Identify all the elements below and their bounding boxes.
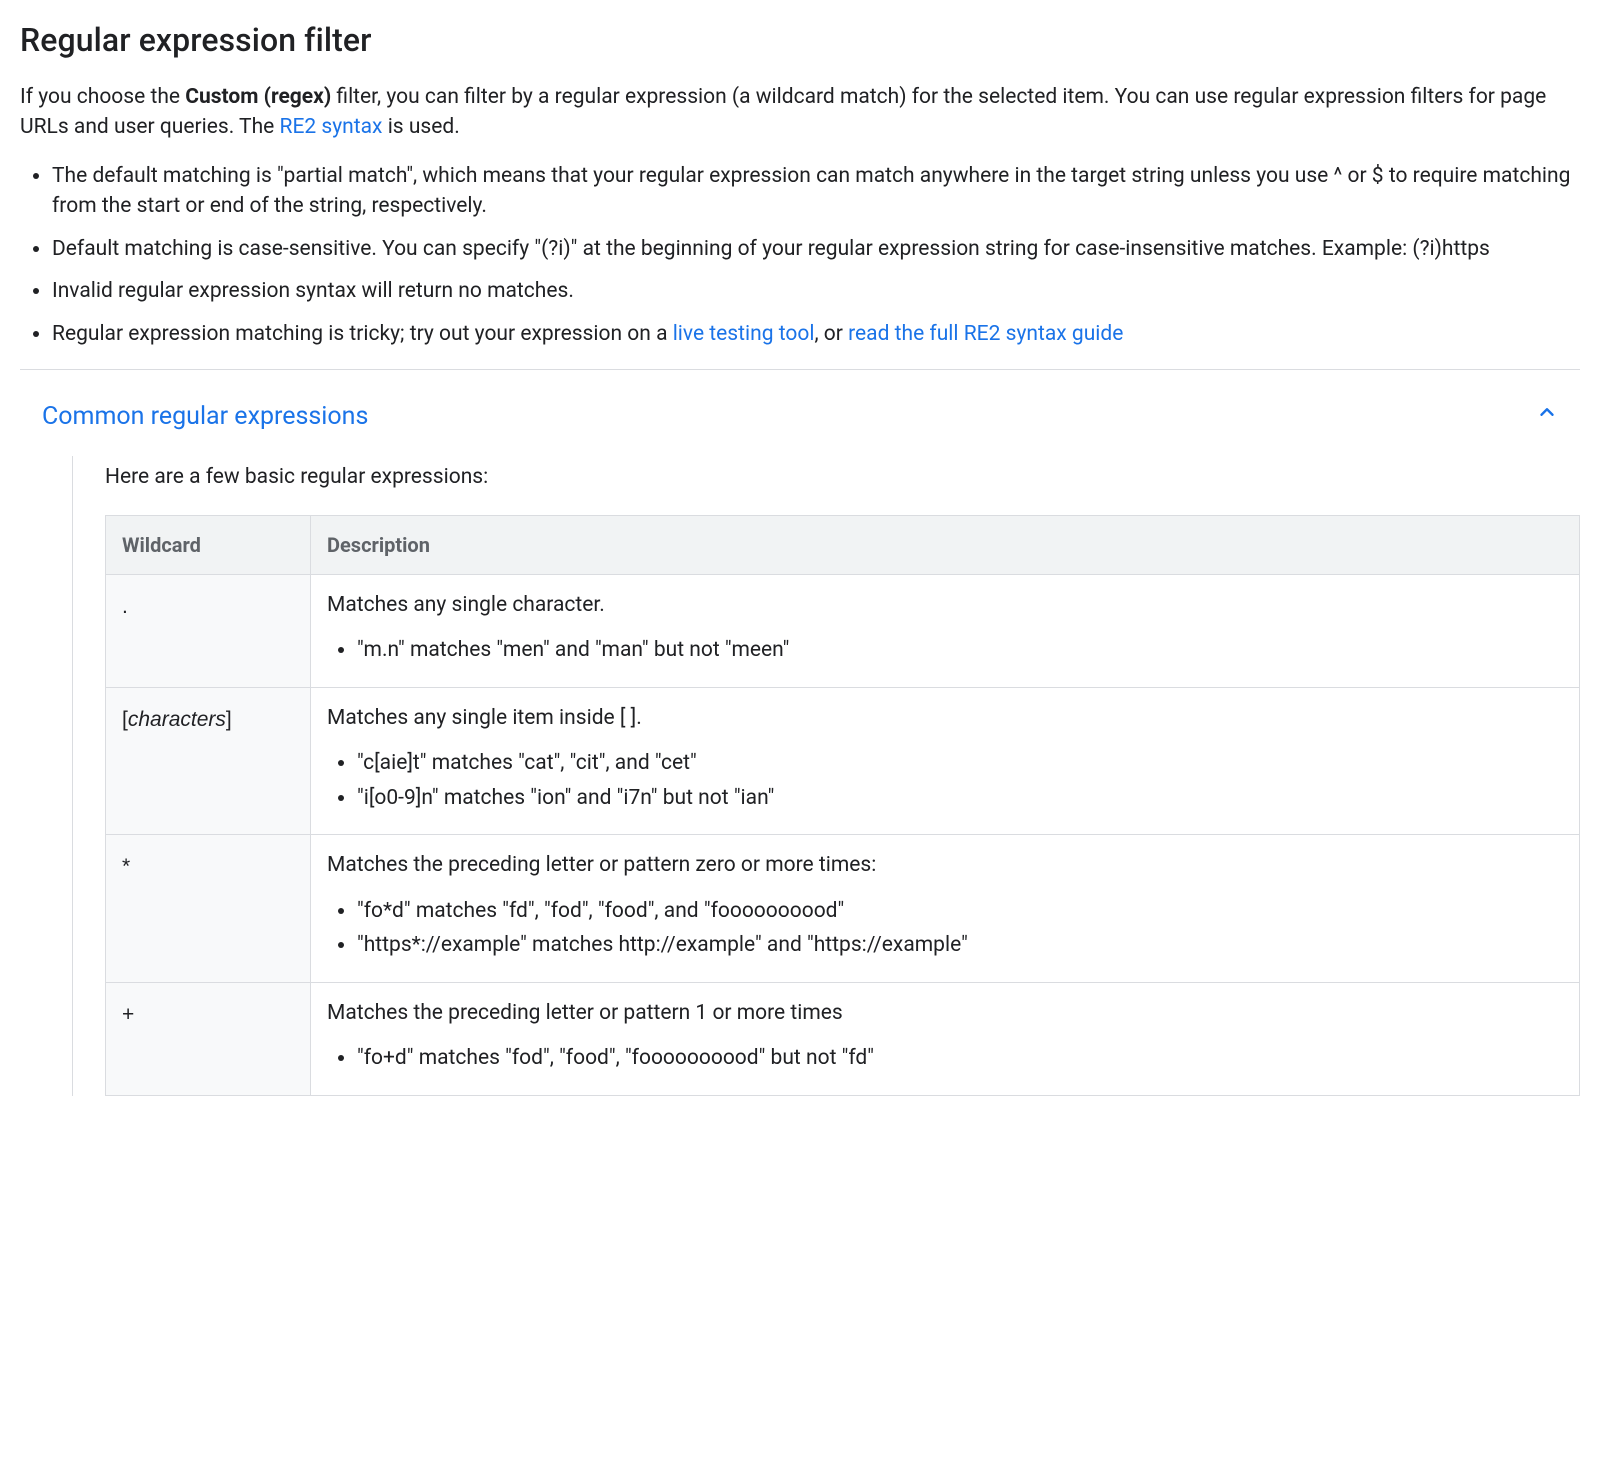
list-item: Invalid regular expression syntax will r… (52, 276, 1580, 306)
chevron-up-icon (1536, 400, 1558, 433)
header-wildcard: Wildcard (106, 516, 311, 575)
example-item: "c[aie]t" matches "cat", "cit", and "cet… (357, 747, 1563, 780)
description-cell: Matches any single character. "m.n" matc… (311, 575, 1580, 688)
notes-list: The default matching is "partial match",… (20, 161, 1580, 349)
divider (20, 369, 1580, 370)
example-item: "i[o0-9]n" matches "ion" and "i7n" but n… (357, 782, 1563, 815)
re2-guide-link[interactable]: read the full RE2 syntax guide (848, 322, 1123, 346)
example-list: "fo*d" matches "fd", "fod", "food", and … (327, 895, 1563, 962)
list-item: Default matching is case-sensitive. You … (52, 234, 1580, 264)
accordion-title: Common regular expressions (42, 398, 368, 436)
wildcard-cell: + (106, 982, 311, 1095)
table-row: * Matches the preceding letter or patter… (106, 835, 1580, 982)
list-item-text-pre: Regular expression matching is tricky; t… (52, 322, 673, 346)
intro-paragraph: If you choose the Custom (regex) filter,… (20, 82, 1580, 143)
table-header-row: Wildcard Description (106, 516, 1580, 575)
description-text: Matches the preceding letter or pattern … (327, 999, 1563, 1028)
wildcard-cell: . (106, 575, 311, 688)
intro-suffix: is used. (382, 115, 459, 139)
list-item-text-mid: , or (814, 322, 848, 346)
example-list: "c[aie]t" matches "cat", "cit", and "cet… (327, 747, 1563, 814)
description-text: Matches any single character. (327, 591, 1563, 620)
page-title: Regular expression filter (20, 16, 1580, 64)
wildcard-cell: * (106, 835, 311, 982)
accordion-intro: Here are a few basic regular expressions… (105, 462, 1580, 494)
description-cell: Matches the preceding letter or pattern … (311, 835, 1580, 982)
wc-ital: characters (128, 708, 226, 731)
example-item: "https*://example" matches http://exampl… (357, 929, 1563, 962)
example-list: "m.n" matches "men" and "man" but not "m… (327, 634, 1563, 667)
intro-bold: Custom (regex) (185, 85, 331, 109)
description-text: Matches the preceding letter or pattern … (327, 851, 1563, 880)
list-item: The default matching is "partial match",… (52, 161, 1580, 222)
re2-syntax-link[interactable]: RE2 syntax (280, 115, 383, 139)
wildcard-cell: [characters] (106, 688, 311, 835)
description-text: Matches any single item inside [ ]. (327, 704, 1563, 733)
live-testing-tool-link[interactable]: live testing tool (673, 322, 815, 346)
wc-post: ] (226, 708, 232, 731)
example-item: "fo*d" matches "fd", "fod", "food", and … (357, 895, 1563, 928)
example-list: "fo+d" matches "fod", "food", "foooooooo… (327, 1042, 1563, 1075)
accordion-body: Here are a few basic regular expressions… (72, 456, 1580, 1096)
table-row: + Matches the preceding letter or patter… (106, 982, 1580, 1095)
example-item: "fo+d" matches "fod", "food", "foooooooo… (357, 1042, 1563, 1075)
example-item: "m.n" matches "men" and "man" but not "m… (357, 634, 1563, 667)
intro-pre: If you choose the (20, 85, 185, 109)
header-description: Description (311, 516, 1580, 575)
list-item: Regular expression matching is tricky; t… (52, 319, 1580, 349)
accordion-header[interactable]: Common regular expressions (20, 378, 1580, 456)
table-row: . Matches any single character. "m.n" ma… (106, 575, 1580, 688)
description-cell: Matches any single item inside [ ]. "c[a… (311, 688, 1580, 835)
regex-table: Wildcard Description . Matches any singl… (105, 515, 1580, 1096)
description-cell: Matches the preceding letter or pattern … (311, 982, 1580, 1095)
table-row: [characters] Matches any single item ins… (106, 688, 1580, 835)
